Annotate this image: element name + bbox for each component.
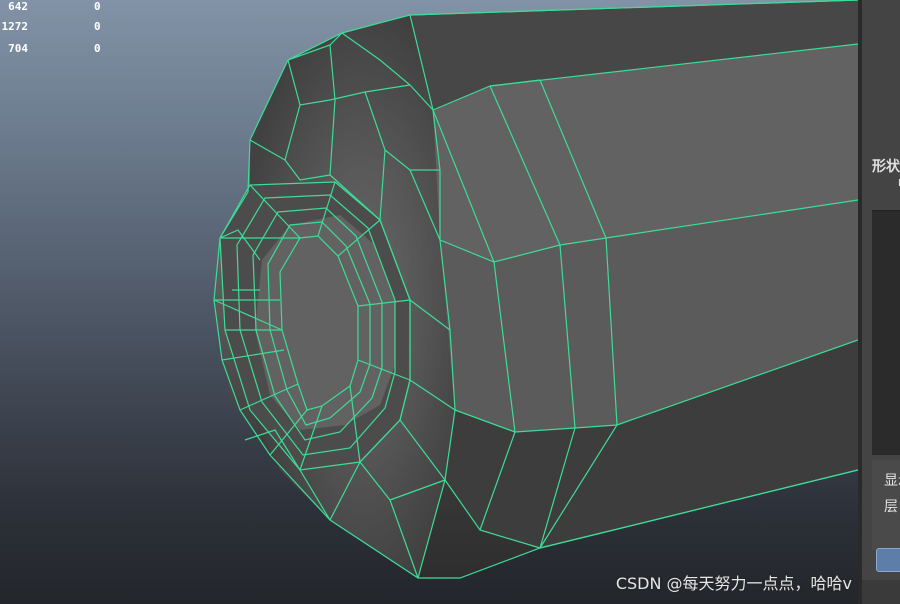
hud-value-a: 704 [8,42,28,55]
mesh-wireframe[interactable] [0,0,858,604]
hud-value-b: 0 [94,42,101,55]
panel-action-button[interactable] [876,548,900,572]
watermark: CSDN @每天努力一点点，哈哈v [615,574,852,593]
hud-value-b: 0 [94,20,101,33]
shape-section-label[interactable]: 形状 [872,156,900,176]
attribute-editor-panel: 形状 I 显示 层 [858,0,900,604]
panel-bottom-bar [862,580,900,604]
attribute-list-box[interactable] [872,210,900,455]
3d-viewport[interactable]: 642 0 1272 0 704 0 CSDN @每天努力一点点，哈哈v [0,0,858,604]
layer-tab-label[interactable]: 层 [884,496,898,516]
hud-value-a: 642 [8,0,28,13]
hud-value-a: 1272 [1,20,29,33]
display-tab-label[interactable]: 显示 [884,470,900,490]
hud-value-b: 0 [94,0,101,13]
